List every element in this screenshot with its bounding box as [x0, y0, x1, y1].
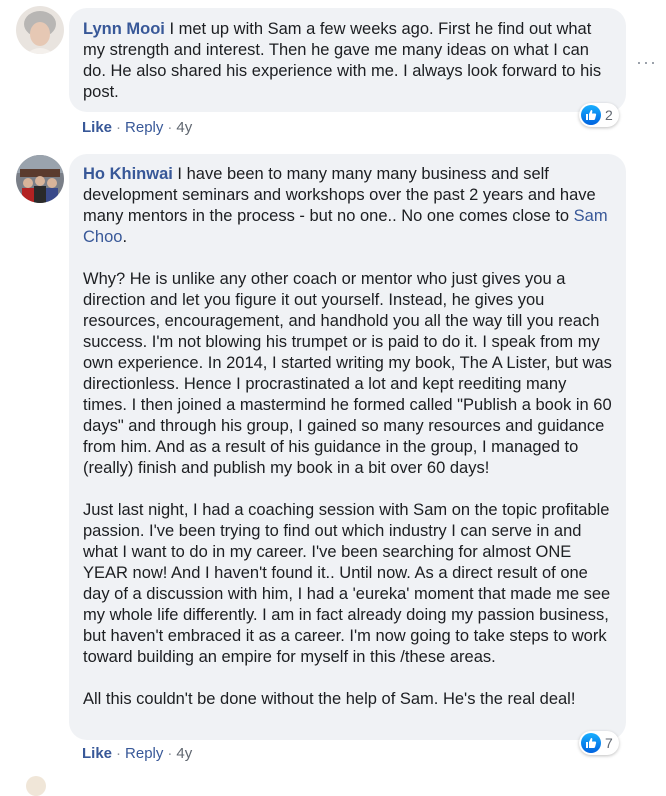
- more-options-icon[interactable]: ···: [636, 52, 657, 73]
- avatar-lynn-mooi[interactable]: [16, 6, 64, 54]
- comment-paragraph: All this couldn't be done without the he…: [83, 690, 576, 708]
- thumbs-up-icon: [581, 105, 601, 125]
- comment-actions: Like · Reply · 4y: [82, 119, 193, 136]
- comment-actions: Like · Reply · 4y: [82, 745, 193, 762]
- avatar-ho-khinwai[interactable]: [16, 155, 64, 203]
- timestamp[interactable]: 4y: [176, 119, 192, 136]
- avatar-next-comment[interactable]: [26, 776, 46, 796]
- reply-link[interactable]: Reply: [125, 119, 163, 136]
- comment-bubble: Ho Khinwai I have been to many many many…: [69, 154, 626, 740]
- like-link[interactable]: Like: [82, 745, 112, 762]
- comment-paragraph: Just last night, I had a coaching sessio…: [83, 501, 611, 666]
- author-name[interactable]: Ho Khinwai: [83, 165, 173, 183]
- comment-paragraph: Why? He is unlike any other coach or men…: [83, 270, 612, 477]
- reaction-count: 2: [605, 107, 613, 123]
- reply-link[interactable]: Reply: [125, 745, 163, 762]
- timestamp[interactable]: 4y: [176, 745, 192, 762]
- comment-text-end: .: [122, 228, 128, 246]
- reaction-count-badge[interactable]: 7: [579, 731, 619, 755]
- author-name[interactable]: Lynn Mooi: [83, 20, 165, 38]
- reaction-count-badge[interactable]: 2: [579, 103, 619, 127]
- reaction-count: 7: [605, 735, 613, 751]
- thumbs-up-icon: [581, 733, 601, 753]
- comment-bubble: Lynn Mooi I met up with Sam a few weeks …: [69, 8, 626, 112]
- like-link[interactable]: Like: [82, 119, 112, 136]
